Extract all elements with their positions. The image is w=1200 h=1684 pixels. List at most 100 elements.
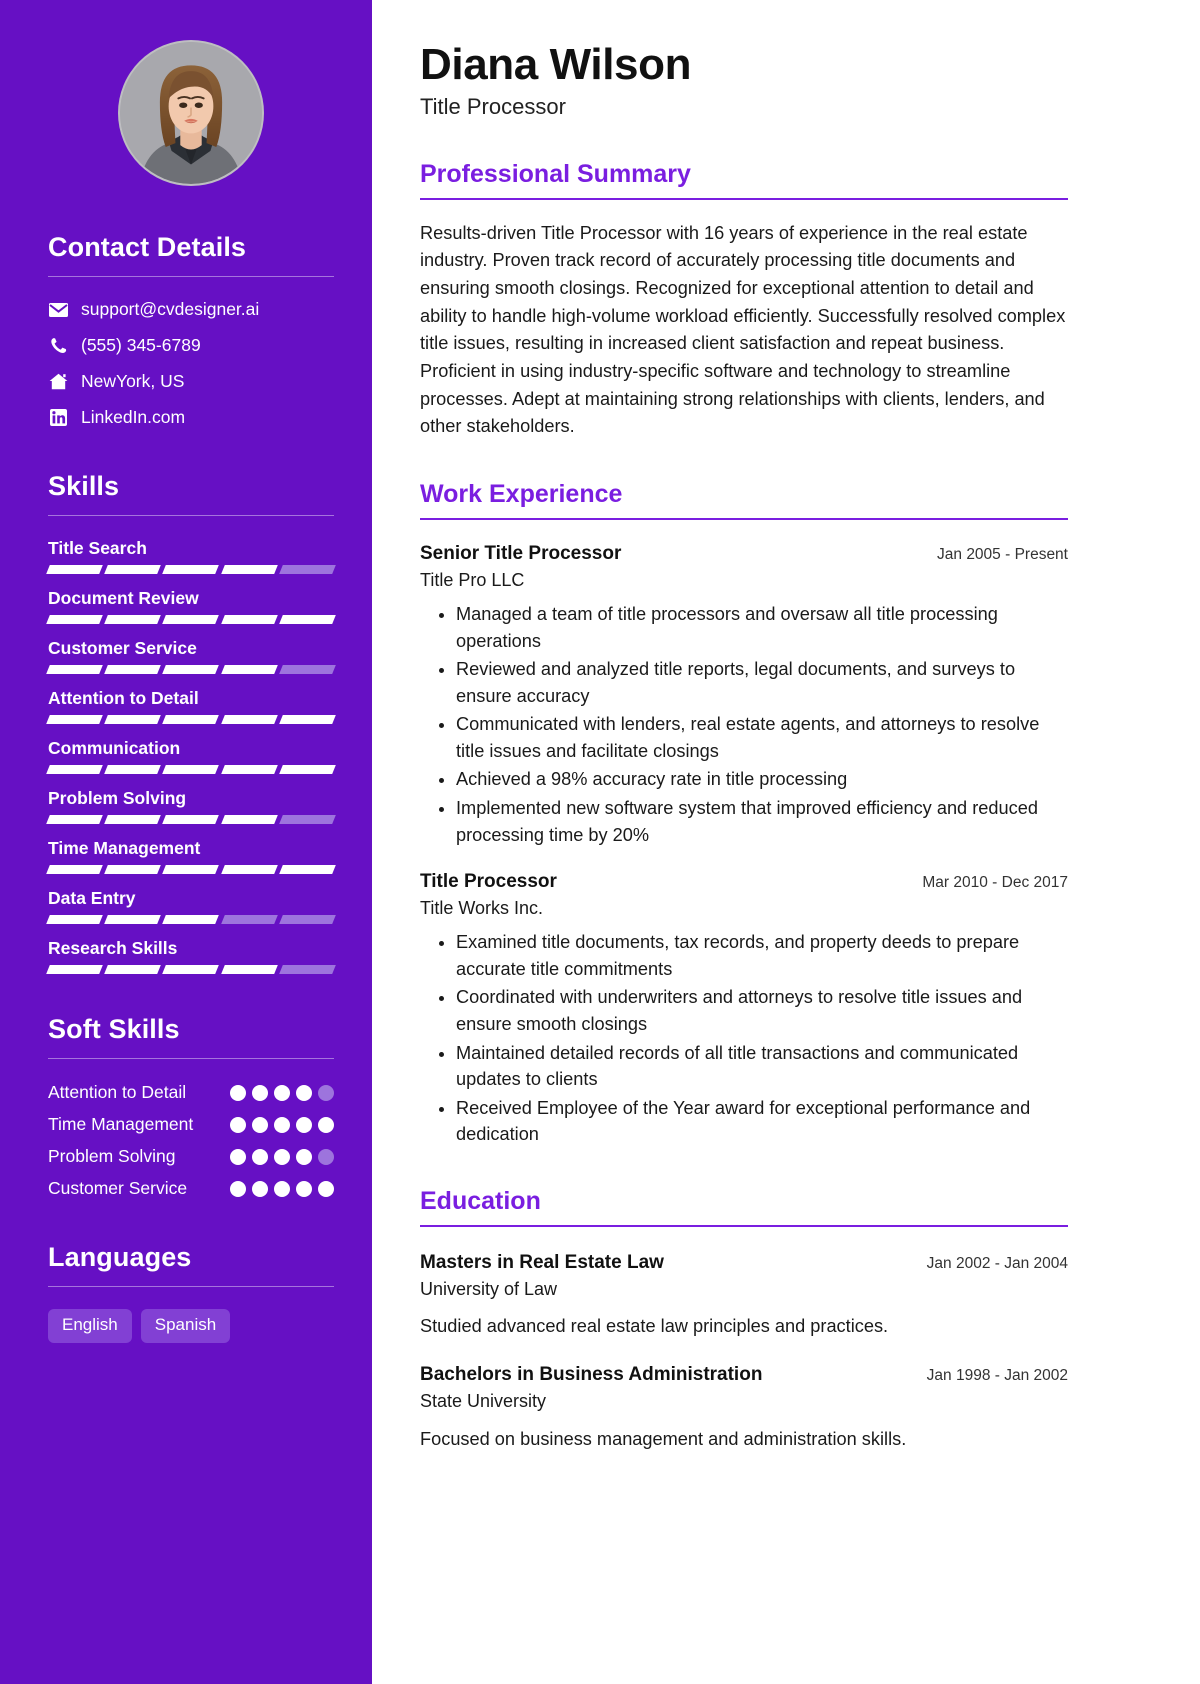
education-heading: Education (420, 1186, 541, 1215)
sidebar: Contact Details support@cvdesigner.ai (5… (0, 0, 372, 1684)
skill-segment (162, 714, 220, 724)
rating-dot (274, 1180, 290, 1197)
contact-item-linkedin[interactable]: LinkedIn.com (48, 407, 334, 429)
rating-dot (274, 1084, 290, 1101)
skill-segment (104, 564, 162, 574)
experience-date-range: Jan 2005 - Present (937, 545, 1068, 563)
linkedin-icon (48, 409, 68, 427)
rating-dot (274, 1148, 290, 1165)
experience-bullet: Implemented new software system that imp… (456, 795, 1068, 848)
contact-item-phone[interactable]: (555) 345-6789 (48, 335, 334, 357)
skill-level-bar (46, 864, 336, 874)
experience-bullet: Examined title documents, tax records, a… (456, 929, 1068, 982)
contact-list: support@cvdesigner.ai (555) 345-6789 New… (48, 299, 334, 429)
experience-entry-header: Senior Title Processor Jan 2005 - Present (420, 542, 1068, 566)
phone-icon (48, 337, 68, 354)
education-entry-header: Bachelors in Business Administration Jan … (420, 1363, 1068, 1387)
skill-item: Customer Service (46, 638, 336, 674)
rating-dot (296, 1084, 312, 1101)
skill-level-bar (46, 714, 336, 724)
experience-list: Senior Title Processor Jan 2005 - Present… (420, 542, 1068, 1148)
experience-bullet: Received Employee of the Year award for … (456, 1095, 1068, 1148)
avatar (118, 40, 264, 186)
avatar-container (48, 40, 334, 186)
contact-item-location[interactable]: NewYork, US (48, 371, 334, 393)
contact-section: Contact Details support@cvdesigner.ai (5… (48, 232, 334, 429)
experience-date-range: Mar 2010 - Dec 2017 (922, 874, 1068, 892)
soft-skill-item: Problem Solving (48, 1145, 334, 1168)
skill-segment (220, 764, 278, 774)
skill-name: Time Management (48, 837, 201, 858)
skill-name: Attention to Detail (48, 687, 199, 708)
rating-dot (296, 1116, 312, 1133)
soft-skill-rating (230, 1081, 334, 1101)
soft-skills-divider (48, 1057, 334, 1059)
professional-summary-section: Professional Summary Results-driven Titl… (420, 159, 1068, 441)
skill-segment (104, 964, 162, 974)
experience-entry: Senior Title Processor Jan 2005 - Present… (420, 542, 1068, 848)
education-degree: Masters in Real Estate Law (420, 1251, 664, 1273)
contact-email-value: support@cvdesigner.ai (81, 299, 260, 320)
language-chip: English (48, 1309, 132, 1343)
avatar-photo-icon (120, 42, 262, 184)
experience-divider (420, 517, 1068, 520)
skill-level-bar (46, 764, 336, 774)
soft-skill-item: Time Management (48, 1113, 334, 1136)
skill-name: Research Skills (48, 937, 178, 958)
rating-dot (318, 1180, 334, 1197)
soft-skills-heading: Soft Skills (48, 1013, 180, 1044)
summary-heading: Professional Summary (420, 159, 691, 188)
education-entry: Masters in Real Estate Law Jan 2002 - Jan… (420, 1251, 1068, 1340)
skill-segment (278, 664, 336, 674)
skill-item: Data Entry (46, 888, 336, 924)
skill-level-bar (46, 614, 336, 624)
main-content: Diana Wilson Title Processor Professiona… (372, 0, 1200, 1684)
skill-segment (162, 964, 220, 974)
contact-item-email[interactable]: support@cvdesigner.ai (48, 299, 334, 321)
soft-skill-rating (230, 1145, 334, 1165)
education-entry: Bachelors in Business Administration Jan … (420, 1363, 1068, 1452)
experience-bullet: Managed a team of title processors and o… (456, 601, 1068, 654)
experience-heading: Work Experience (420, 479, 623, 508)
skill-segment (46, 764, 104, 774)
languages-section: Languages English Spanish (48, 1242, 334, 1343)
summary-divider (420, 197, 1068, 200)
contact-phone-value: (555) 345-6789 (81, 334, 201, 355)
skill-segment (104, 664, 162, 674)
language-chip: Spanish (140, 1309, 231, 1343)
skill-segment (46, 614, 104, 624)
skill-segment (162, 914, 220, 924)
education-date-range: Jan 2002 - Jan 2004 (926, 1254, 1068, 1272)
resume-page: Contact Details support@cvdesigner.ai (5… (0, 0, 1200, 1684)
education-description: Studied advanced real estate law princip… (420, 1315, 889, 1336)
rating-dot (252, 1180, 268, 1197)
education-description: Focused on business management and admin… (420, 1428, 907, 1449)
contact-location-value: NewYork, US (81, 370, 185, 391)
skill-segment (46, 964, 104, 974)
skill-item: Attention to Detail (46, 687, 336, 724)
skill-segment (104, 714, 162, 724)
skill-segment (220, 864, 278, 874)
education-institution: State University (420, 1391, 547, 1412)
soft-skill-rating (230, 1113, 334, 1133)
contact-heading: Contact Details (48, 232, 247, 262)
soft-skill-item: Attention to Detail (48, 1081, 334, 1104)
soft-skill-name: Attention to Detail (48, 1081, 187, 1102)
skill-name: Title Search (48, 537, 147, 558)
skill-item: Title Search (46, 537, 336, 574)
skill-segment (220, 664, 278, 674)
soft-skill-name: Time Management (48, 1113, 194, 1134)
experience-job-title: Title Processor (420, 871, 557, 893)
skill-item: Research Skills (46, 937, 336, 974)
skill-level-bar (46, 664, 336, 674)
contact-linkedin-value: LinkedIn.com (81, 406, 186, 427)
contact-divider (48, 276, 334, 278)
rating-dot (230, 1116, 246, 1133)
rating-dot (252, 1084, 268, 1101)
skill-segment (278, 864, 336, 874)
skill-segment (220, 964, 278, 974)
skill-segment (278, 564, 336, 574)
education-institution: University of Law (420, 1278, 558, 1299)
rating-dot (296, 1180, 312, 1197)
skill-segment (278, 914, 336, 924)
